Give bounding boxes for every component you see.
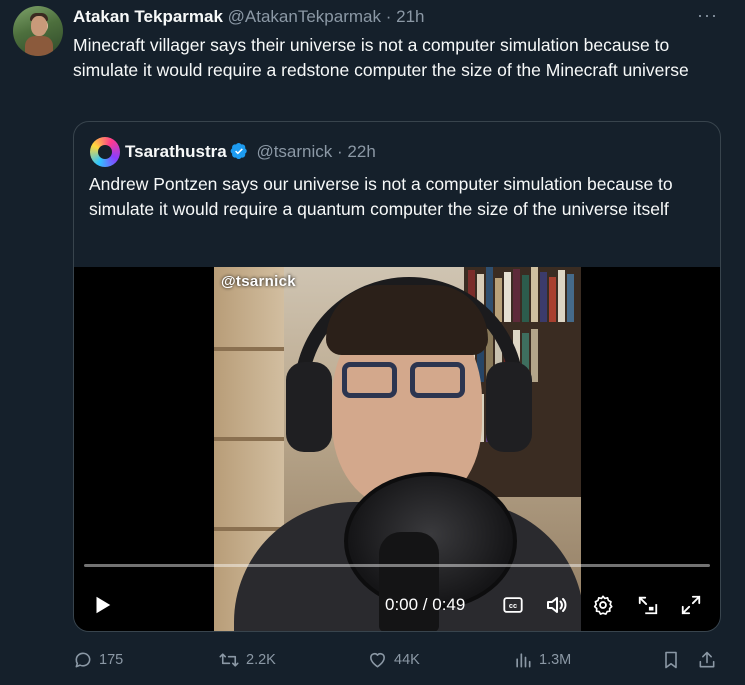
more-options-icon[interactable]: ··· xyxy=(697,5,718,26)
heart-icon xyxy=(370,652,385,668)
quote-author-avatar[interactable] xyxy=(90,137,120,167)
video-frame: @tsarnick xyxy=(214,267,581,631)
retweet-button[interactable]: 2.2K xyxy=(218,646,276,674)
pip-icon[interactable] xyxy=(635,587,661,623)
svg-text:cc: cc xyxy=(509,601,517,610)
like-button[interactable]: 44K xyxy=(367,646,420,674)
play-icon[interactable] xyxy=(88,587,116,623)
volume-icon[interactable] xyxy=(543,587,571,623)
video-progress-bar[interactable] xyxy=(84,564,710,567)
reply-icon xyxy=(75,652,91,668)
quote-text: Andrew Pontzen says our universe is not … xyxy=(89,174,673,219)
author-name[interactable]: Atakan Tekparmak xyxy=(73,7,223,26)
settings-icon[interactable] xyxy=(590,587,616,623)
author-avatar[interactable] xyxy=(13,6,63,56)
views-button[interactable]: 1.3M xyxy=(513,646,571,674)
tweet-actions: 175 2.2K 44K 1.3M xyxy=(73,646,723,676)
retweet-icon xyxy=(219,653,239,667)
retweet-count: 2.2K xyxy=(246,652,276,668)
like-count: 44K xyxy=(394,652,420,668)
video-watermark: @tsarnick xyxy=(221,273,296,290)
views-icon xyxy=(516,653,531,668)
verified-badge-icon xyxy=(230,142,248,165)
tweet-header: Atakan Tekparmak @AtakanTekparmak · 21h xyxy=(73,7,425,27)
quote-separator: · xyxy=(337,142,343,161)
author-handle[interactable]: @AtakanTekparmak xyxy=(228,7,381,26)
tweet-text: Minecraft villager says their universe i… xyxy=(73,35,689,80)
reply-count: 175 xyxy=(99,652,124,668)
header-separator: · xyxy=(385,7,392,26)
share-button[interactable] xyxy=(697,646,723,674)
views-count: 1.3M xyxy=(539,652,572,668)
quote-header: Tsarathustra @tsarnick · 22h xyxy=(125,142,376,165)
quote-author-name[interactable]: Tsarathustra xyxy=(125,142,227,161)
captions-icon[interactable]: cc xyxy=(500,587,526,623)
tweet: Atakan Tekparmak @AtakanTekparmak · 21h … xyxy=(0,0,745,685)
bookmark-icon xyxy=(665,651,677,669)
video-time-readout: 0:00 / 0:49 xyxy=(385,595,466,614)
video-player[interactable]: @tsarnick 0:00 / 0:49 cc xyxy=(74,267,720,631)
quoted-tweet[interactable]: Tsarathustra @tsarnick · 22h Andrew Pont… xyxy=(73,121,721,632)
share-icon xyxy=(699,651,715,668)
quote-time[interactable]: 22h xyxy=(347,142,375,161)
video-controls: 0:00 / 0:49 cc xyxy=(74,587,720,627)
quote-author-handle[interactable]: @tsarnick xyxy=(256,142,332,161)
fullscreen-icon[interactable] xyxy=(678,587,704,623)
reply-button[interactable]: 175 xyxy=(73,646,123,674)
tweet-time[interactable]: 21h xyxy=(396,7,424,26)
bookmark-button[interactable] xyxy=(661,646,687,674)
